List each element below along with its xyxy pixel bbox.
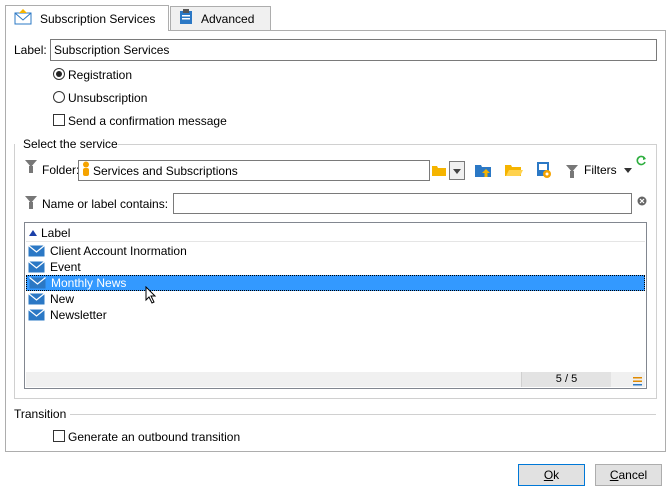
ok-rest: k xyxy=(553,468,560,482)
tab-subscription-services[interactable]: Subscription Services xyxy=(5,5,169,31)
unsubscription-radio[interactable] xyxy=(53,91,65,103)
sort-asc-icon xyxy=(29,229,37,236)
tab-label: Subscription Services xyxy=(40,11,156,26)
filters-button[interactable]: Filters xyxy=(584,163,617,177)
list-column-header[interactable]: Label xyxy=(26,224,645,242)
ok-button[interactable]: Ok xyxy=(518,464,585,486)
folder-dropdown-button[interactable] xyxy=(449,161,465,180)
folder-value: Services and Subscriptions xyxy=(93,163,238,178)
transition-divider xyxy=(70,414,656,415)
service-list[interactable]: Label Client Account Inormation Event Mont… xyxy=(24,222,647,389)
list-status-bar: 5 / 5 xyxy=(26,372,645,387)
tab-label: Advanced xyxy=(201,11,255,26)
tab-advanced[interactable]: Advanced xyxy=(170,6,271,30)
clear-filter-icon[interactable] xyxy=(637,195,647,209)
ok-accel: O xyxy=(543,468,554,482)
clipboard-icon xyxy=(179,9,193,28)
chevron-down-icon xyxy=(453,169,461,174)
filters-dropdown-icon[interactable] xyxy=(624,168,632,173)
list-item[interactable]: Newsletter xyxy=(26,307,645,323)
envelope-icon xyxy=(28,309,45,321)
cancel-button[interactable]: Cancel xyxy=(595,464,662,486)
list-item-label: New xyxy=(50,292,75,306)
folder-picker-icon[interactable] xyxy=(432,164,446,179)
generate-outbound-checkbox[interactable] xyxy=(53,430,65,442)
section-border-bottom xyxy=(14,398,657,399)
open-folder-icon[interactable] xyxy=(505,162,523,181)
name-filter-icon xyxy=(25,196,37,209)
registration-radio[interactable] xyxy=(53,68,65,80)
name-filter-input[interactable] xyxy=(173,193,632,214)
list-item[interactable]: Monthly News xyxy=(26,275,645,291)
folder-caption: Folder: xyxy=(42,163,80,177)
cancel-rest: ancel xyxy=(618,468,648,482)
name-filter-caption: Name or label contains: xyxy=(42,197,169,211)
registration-label: Registration xyxy=(68,68,133,82)
list-item-label: Newsletter xyxy=(50,308,107,322)
label-input[interactable] xyxy=(50,39,657,61)
label-caption: Label: xyxy=(14,43,47,57)
send-confirmation-label: Send a confirmation message xyxy=(68,114,227,128)
section-border-right xyxy=(656,144,657,398)
item-count: 5 / 5 xyxy=(521,372,611,387)
filter-icon xyxy=(25,160,37,173)
envelope-icon xyxy=(28,293,45,305)
envelope-icon xyxy=(14,9,32,28)
transition-title: Transition xyxy=(14,407,67,421)
person-icon xyxy=(81,161,91,180)
unsubscription-label: Unsubscription xyxy=(68,91,148,105)
send-confirmation-checkbox[interactable] xyxy=(53,114,65,126)
list-item[interactable]: New xyxy=(26,291,645,307)
list-item[interactable]: Client Account Inormation xyxy=(26,243,645,259)
folder-field[interactable]: Services and Subscriptions xyxy=(78,160,430,181)
envelope-icon xyxy=(28,245,45,257)
list-item-label: Client Account Inormation xyxy=(50,244,187,258)
refresh-icon[interactable] xyxy=(636,155,647,169)
list-item-label: Event xyxy=(50,260,81,274)
envelope-icon xyxy=(28,261,45,273)
filters-funnel-icon xyxy=(566,165,578,178)
envelope-icon xyxy=(29,277,46,289)
mouse-cursor-icon xyxy=(145,285,157,307)
folder-go-up-icon[interactable] xyxy=(474,161,492,182)
list-menu-icon[interactable] xyxy=(633,375,642,389)
section-divider xyxy=(118,144,656,145)
folder-settings-icon[interactable] xyxy=(536,161,552,182)
cancel-accel: C xyxy=(609,468,619,482)
column-label: Label xyxy=(41,225,71,240)
select-service-title: Select the service xyxy=(23,137,118,151)
list-item-label: Monthly News xyxy=(51,276,127,290)
list-item[interactable]: Event xyxy=(26,259,645,275)
generate-outbound-label: Generate an outbound transition xyxy=(68,430,241,444)
section-border-left xyxy=(14,144,15,398)
